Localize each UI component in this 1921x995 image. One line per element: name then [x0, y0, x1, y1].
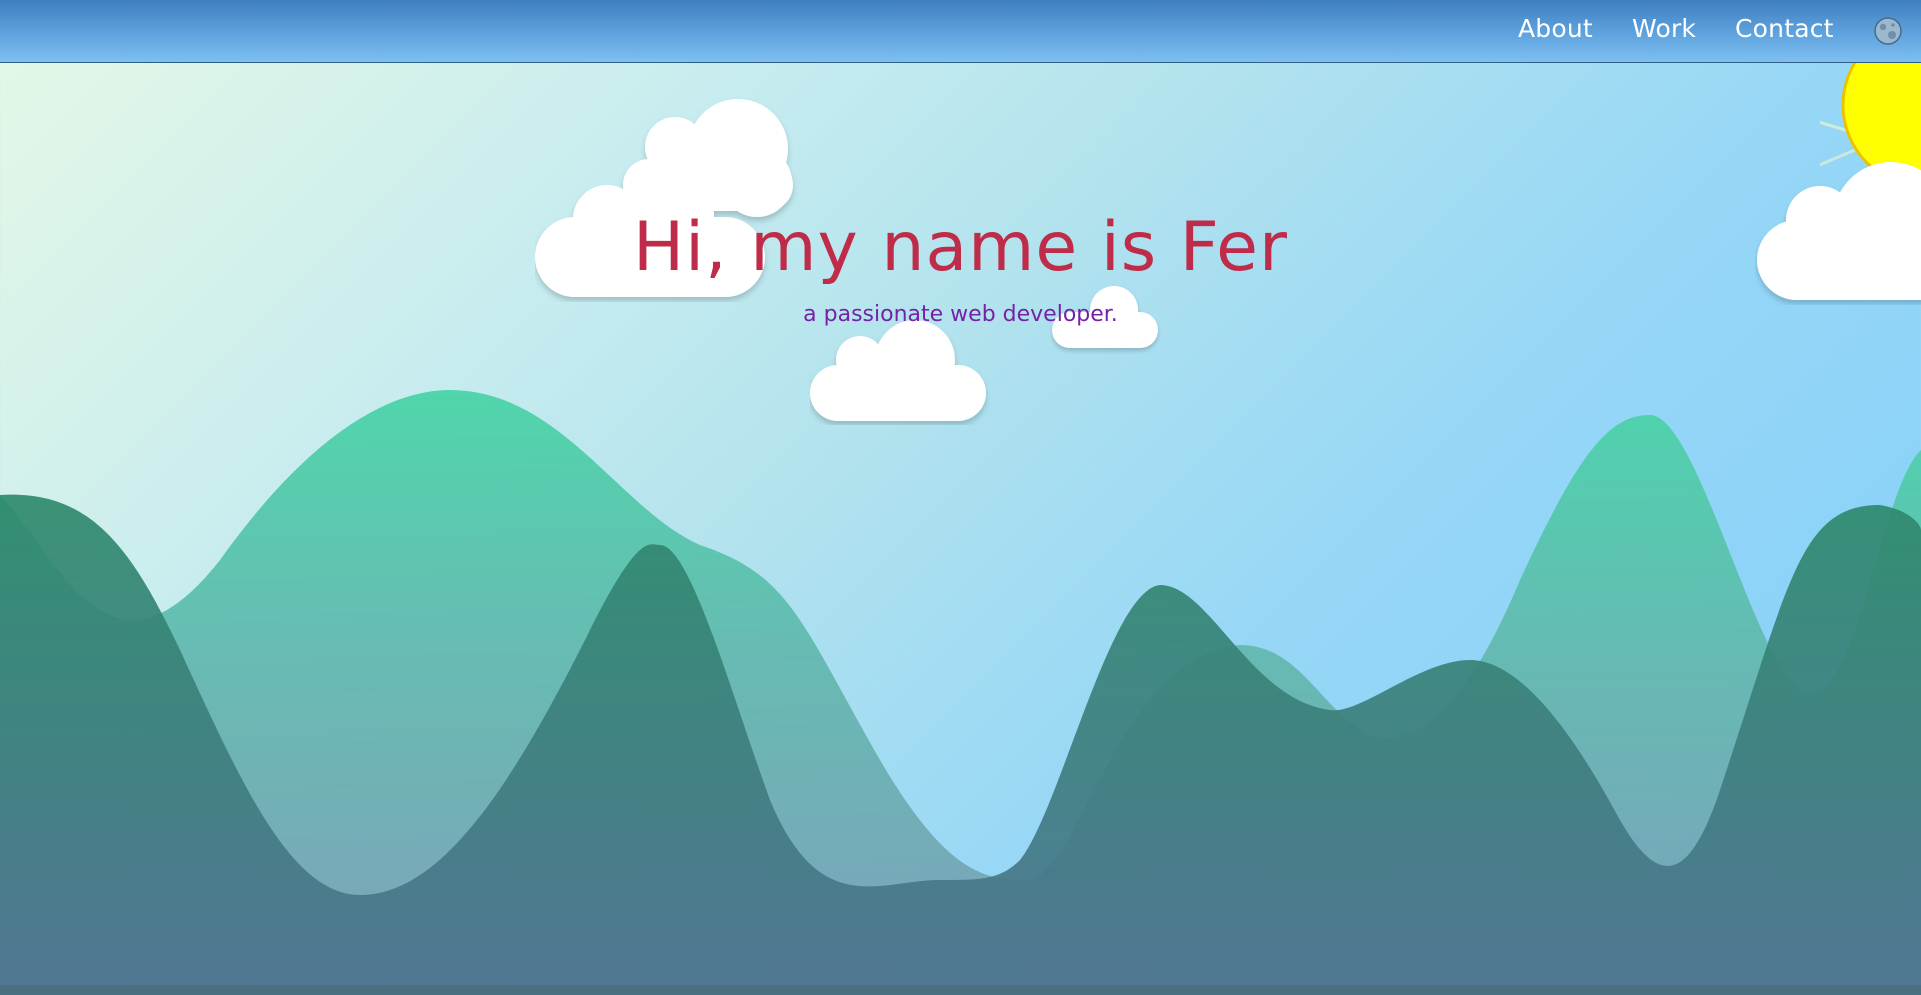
ground-strip	[0, 985, 1921, 995]
top-nav: About Work Contact	[0, 0, 1921, 63]
nav-contact-link[interactable]: Contact	[1735, 14, 1834, 44]
nav-about-link[interactable]: About	[1518, 14, 1593, 44]
mountains-illustration	[0, 390, 1921, 995]
hero-title: Hi, my name is Fer	[633, 208, 1288, 287]
theme-toggle-icon[interactable]	[1873, 16, 1903, 46]
hero-subtitle: a passionate web developer.	[803, 302, 1118, 327]
nav-work-link[interactable]: Work	[1632, 14, 1696, 44]
hero-section: Hi, my name is Fer a passionate web deve…	[0, 205, 1921, 329]
